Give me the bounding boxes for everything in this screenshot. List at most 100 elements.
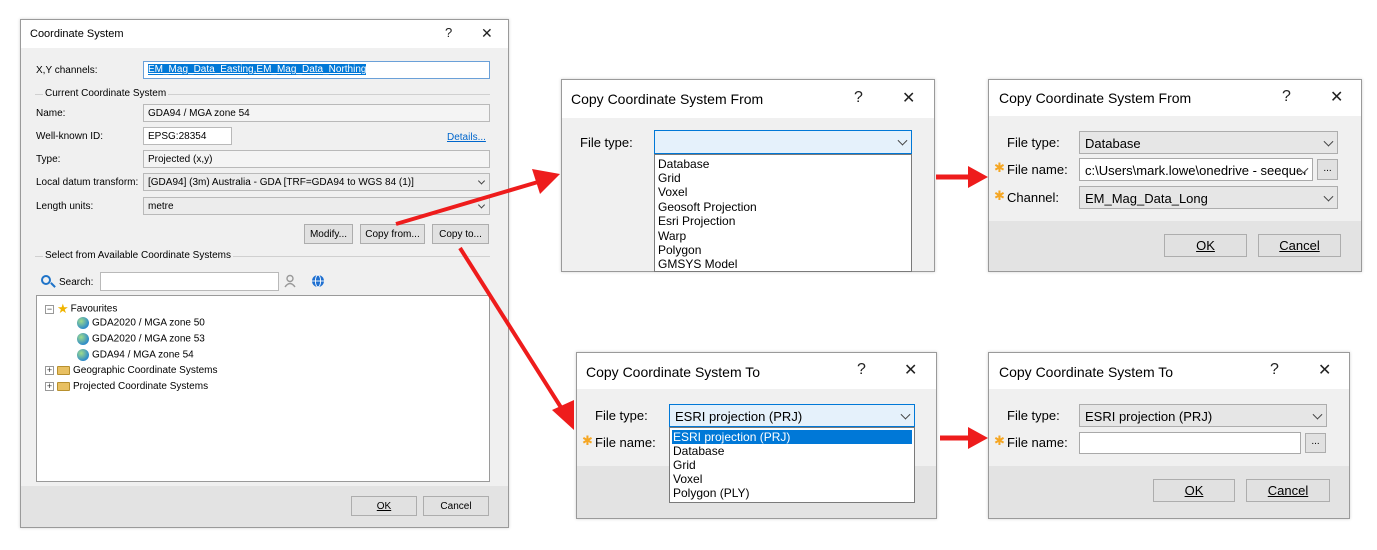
- file-type-value: ESRI projection (PRJ): [1085, 409, 1213, 424]
- option-database[interactable]: Database: [672, 444, 912, 458]
- browse-button[interactable]: ...: [1305, 433, 1326, 453]
- tree-node-fav-2[interactable]: GDA2020 / MGA zone 53: [77, 333, 205, 345]
- wkid-label: Well-known ID:: [36, 131, 104, 142]
- type-field: Projected (x,y): [143, 150, 490, 168]
- cancel-button[interactable]: Cancel: [1246, 479, 1330, 502]
- required-star-icon: ✱: [994, 188, 1005, 203]
- expand-icon[interactable]: +: [45, 381, 54, 391]
- name-field: GDA94 / MGA zone 54: [143, 104, 490, 122]
- arrow-copy-from-head: [532, 169, 560, 194]
- help-button[interactable]: ?: [854, 89, 863, 107]
- option-grid[interactable]: Grid: [657, 171, 909, 185]
- length-units-select[interactable]: metre: [143, 197, 490, 215]
- cancel-button[interactable]: Cancel: [423, 496, 489, 516]
- title-bar: Copy Coordinate System To ? ✕: [989, 353, 1349, 389]
- channel-select[interactable]: EM_Mag_Data_Long: [1079, 186, 1338, 209]
- copy-to-button[interactable]: Copy to...: [432, 224, 489, 244]
- ok-button[interactable]: OK: [351, 496, 417, 516]
- copy-from-button[interactable]: Copy from...: [360, 224, 425, 244]
- required-star-icon: ✱: [994, 433, 1005, 448]
- option-polygon[interactable]: Polygon: [657, 243, 909, 257]
- file-type-select[interactable]: [654, 130, 912, 154]
- option-grid[interactable]: Grid: [672, 458, 912, 472]
- option-gmsys-model[interactable]: GMSYS Model: [657, 257, 909, 271]
- ok-button[interactable]: OK: [1153, 479, 1235, 502]
- chevron-down-icon: [1312, 409, 1323, 420]
- help-button[interactable]: ?: [1282, 88, 1291, 106]
- details-link[interactable]: Details...: [447, 132, 486, 143]
- ok-button[interactable]: OK: [1164, 234, 1247, 257]
- chevron-down-icon: [1323, 136, 1334, 147]
- option-esri-projection[interactable]: ESRI projection (PRJ): [672, 430, 912, 444]
- option-esri-projection[interactable]: Esri Projection: [657, 214, 909, 228]
- help-button[interactable]: ?: [857, 361, 866, 379]
- chevron-down-icon: [897, 135, 908, 146]
- user-search-icon[interactable]: [284, 274, 298, 288]
- dialog-title: Copy Coordinate System To: [586, 364, 761, 380]
- option-geosoft-projection[interactable]: Geosoft Projection: [657, 200, 909, 214]
- file-type-select[interactable]: ESRI projection (PRJ): [1079, 404, 1327, 427]
- tree-node-geographic[interactable]: + Geographic Coordinate Systems: [45, 365, 218, 376]
- file-name-label: File name:: [1007, 435, 1068, 450]
- search-label: Search:: [59, 277, 94, 288]
- tree-label: Geographic Coordinate Systems: [73, 365, 218, 376]
- expand-icon[interactable]: +: [45, 365, 54, 375]
- browse-button[interactable]: ...: [1317, 159, 1338, 180]
- file-type-label: File type:: [580, 135, 633, 150]
- datum-transform-value: [GDA94] (3m) Australia - GDA [TRF=GDA94 …: [148, 177, 414, 188]
- length-units-label: Length units:: [36, 201, 94, 212]
- length-units-value: metre: [148, 201, 174, 212]
- select-group-title: Select from Available Coordinate Systems: [43, 250, 234, 261]
- collapse-icon[interactable]: −: [45, 304, 54, 314]
- file-name-input[interactable]: [1079, 432, 1301, 454]
- dialog-title: Copy Coordinate System From: [571, 91, 764, 107]
- file-name-value: c:\Users\mark.lowe\onedrive - seequer: [1085, 163, 1308, 178]
- wkid-field[interactable]: EPSG:28354: [143, 127, 232, 145]
- xy-channels-label: X,Y channels:: [36, 65, 98, 76]
- option-database[interactable]: Database: [657, 157, 909, 171]
- option-polygon-ply[interactable]: Polygon (PLY): [672, 486, 912, 500]
- chevron-down-icon: [477, 177, 486, 185]
- help-button[interactable]: ?: [1270, 361, 1279, 379]
- modify-button[interactable]: Modify...: [304, 224, 353, 244]
- copy-from-dialog-filled: Copy Coordinate System From ? ✕ File typ…: [988, 79, 1362, 272]
- coordinate-system-tree[interactable]: − ★ Favourites GDA2020 / MGA zone 50 GDA20…: [36, 295, 490, 482]
- file-type-label: File type:: [595, 408, 648, 423]
- file-name-label: File name:: [1007, 162, 1068, 177]
- close-button[interactable]: ✕: [1330, 87, 1343, 107]
- file-type-dropdown-list[interactable]: Database Grid Voxel Geosoft Projection E…: [654, 154, 912, 272]
- chevron-down-icon: [477, 201, 486, 209]
- arrow-copy-to-head: [552, 400, 574, 430]
- file-name-combo[interactable]: c:\Users\mark.lowe\onedrive - seequer: [1079, 158, 1313, 181]
- file-type-select[interactable]: ESRI projection (PRJ): [669, 404, 915, 427]
- copy-to-dialog-filled: Copy Coordinate System To ? ✕ File type:…: [988, 352, 1350, 519]
- chevron-down-icon: [1323, 191, 1334, 202]
- datum-transform-select[interactable]: [GDA94] (3m) Australia - GDA [TRF=GDA94 …: [143, 173, 490, 191]
- option-voxel[interactable]: Voxel: [657, 185, 909, 199]
- close-button[interactable]: ✕: [1318, 360, 1331, 380]
- folder-icon: [57, 365, 70, 375]
- cancel-button[interactable]: Cancel: [1258, 234, 1341, 257]
- tree-node-fav-3[interactable]: GDA94 / MGA zone 54: [77, 349, 194, 361]
- arrow-from-next-head: [968, 166, 988, 188]
- file-type-dropdown-list[interactable]: ESRI projection (PRJ) Database Grid Voxe…: [669, 427, 915, 503]
- channel-value: EM_Mag_Data_Long: [1085, 191, 1208, 206]
- option-warp[interactable]: Warp: [657, 229, 909, 243]
- tree-node-favourites[interactable]: − ★ Favourites: [45, 301, 117, 317]
- help-button[interactable]: ?: [445, 25, 452, 40]
- close-button[interactable]: ✕: [902, 88, 915, 108]
- file-type-select[interactable]: Database: [1079, 131, 1338, 154]
- close-button[interactable]: ✕: [481, 25, 493, 42]
- tree-label: GDA2020 / MGA zone 50: [92, 317, 205, 329]
- tree-label: GDA94 / MGA zone 54: [92, 349, 194, 361]
- tree-node-fav-1[interactable]: GDA2020 / MGA zone 50: [77, 317, 205, 329]
- option-voxel[interactable]: Voxel: [672, 472, 912, 486]
- title-bar: Copy Coordinate System From ? ✕: [562, 80, 934, 118]
- tree-node-projected[interactable]: + Projected Coordinate Systems: [45, 381, 208, 392]
- xy-channels-field[interactable]: EM_Mag_Data_Easting,EM_Mag_Data_Northing: [143, 61, 490, 79]
- globe-icon[interactable]: [311, 274, 325, 288]
- copy-from-dialog-dropdown: Copy Coordinate System From ? ✕ File typ…: [561, 79, 935, 272]
- type-label: Type:: [36, 154, 61, 165]
- search-input[interactable]: [100, 272, 279, 291]
- close-button[interactable]: ✕: [904, 360, 917, 380]
